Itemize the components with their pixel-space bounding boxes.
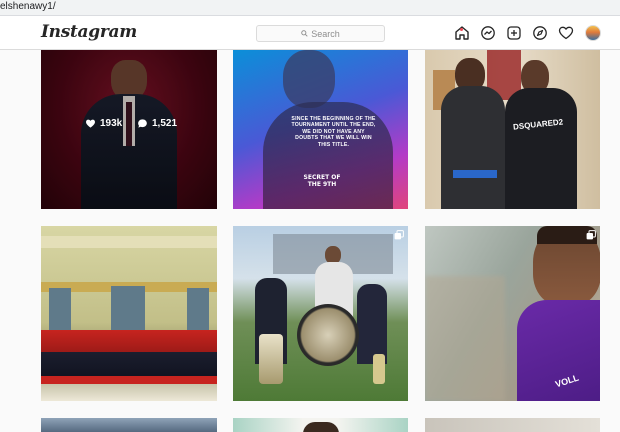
top-navigation: Instagram Search [0, 16, 620, 50]
post-tile-1[interactable]: 193k 1,521 [41, 50, 217, 209]
search-input[interactable]: Search [256, 25, 385, 42]
carousel-indicator-icon [586, 230, 596, 240]
post-tile-6[interactable]: VOLL [425, 226, 600, 401]
heart-icon [86, 119, 95, 128]
profile-avatar[interactable] [585, 25, 601, 41]
likes-count: 193k [100, 118, 123, 129]
secret-of-9th-badge: SECRET OF THE 9TH [303, 174, 341, 188]
comments-count: 1,521 [152, 118, 178, 129]
post-tile-9[interactable] [425, 418, 600, 432]
url-text: elshenawy1/ [0, 1, 56, 12]
activity-heart-icon[interactable] [558, 25, 574, 41]
post-tile-4[interactable] [41, 226, 217, 401]
post-tile-2[interactable]: SINCE THE BEGINNING OF THE TOURNAMENT UN… [233, 50, 408, 209]
instagram-logo[interactable]: Instagram [41, 22, 137, 42]
likes-stat: 193k [85, 118, 122, 129]
messenger-icon[interactable] [480, 25, 496, 41]
browser-url-bar[interactable]: elshenawy1/ [0, 0, 620, 16]
search-icon [301, 30, 308, 37]
post-tile-7[interactable] [41, 418, 217, 432]
comment-icon [138, 119, 147, 128]
new-post-icon[interactable] [506, 25, 522, 41]
search-placeholder: Search [311, 28, 340, 39]
comments-stat: 1,521 [137, 118, 177, 129]
post-tile-8[interactable] [233, 418, 408, 432]
hover-overlay [41, 50, 217, 209]
carousel-indicator-icon [394, 230, 404, 240]
quote-caption: SINCE THE BEGINNING OF THE TOURNAMENT UN… [291, 116, 376, 148]
post-tile-5[interactable] [233, 226, 408, 401]
explore-icon[interactable] [532, 25, 548, 41]
home-active-dot [460, 28, 463, 31]
post-tile-3[interactable]: DSQUARED2 [425, 50, 600, 209]
